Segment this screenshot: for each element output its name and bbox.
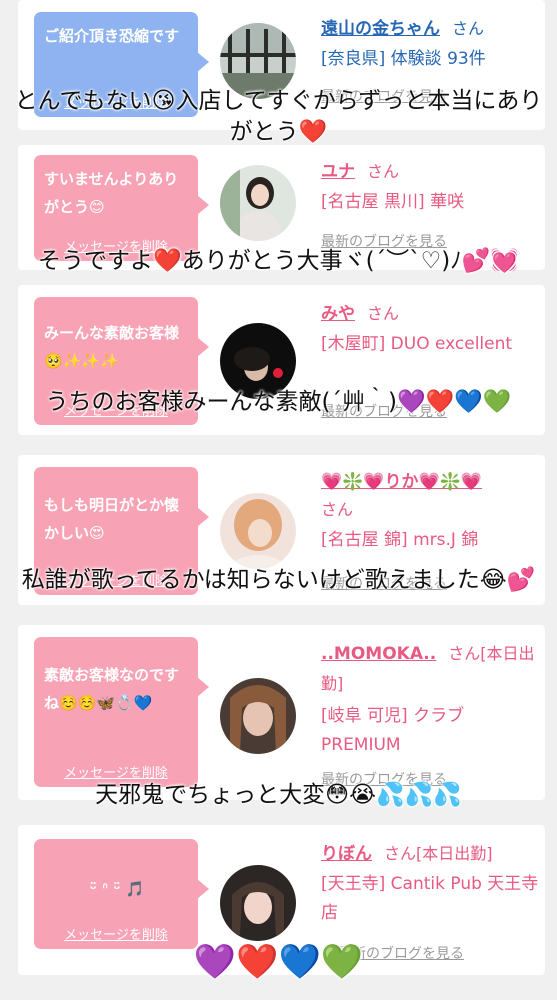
user-details: [木屋町] DUO excellent <box>321 334 513 354</box>
user-info: みや さん [木屋町] DUO excellent <box>321 299 539 359</box>
avatar[interactable] <box>220 865 296 941</box>
message-card: 素敵お客様なのですね☺️☺️🦋💍💙 メッセージを削除 ..MOMOKA.. さん[… <box>18 625 545 800</box>
overlay-caption-hearts: 💜❤️💙💚 <box>193 942 364 982</box>
honorific: さん[本日出勤] <box>384 844 493 863</box>
honorific: さん <box>367 162 400 181</box>
overlay-caption: うちのお客様みーんな素敵(´艸｀)💜❤️💙💚 <box>45 389 512 415</box>
user-details: [天王寺] Cantik Pub 天王寺店 <box>321 874 539 923</box>
user-info: ..MOMOKA.. さん[本日出勤] [岐阜 可児] クラブ PREMIUM <box>321 639 539 760</box>
user-name-link[interactable]: 遠山の金ちゃん <box>321 19 440 39</box>
honorific: さん <box>452 19 485 38</box>
overlay-caption: そうですよ❤️ありがとう大事ヾ(´︶`♡)ﾉ💕💓 <box>38 248 519 274</box>
avatar[interactable] <box>220 165 296 241</box>
message-bubble: 素敵お客様なのですね☺️☺️🦋💍💙 メッセージを削除 <box>34 637 209 787</box>
user-name-link[interactable]: りぼん <box>321 844 372 864</box>
user-details: [名古屋 黒川] 華咲 <box>321 192 465 212</box>
user-info: りぼん さん[本日出勤] [天王寺] Cantik Pub 天王寺店 <box>321 839 539 928</box>
user-info: 💗❇️💗りか💗❇️💗 さん [名古屋 錦] mrs.J 錦 <box>321 467 539 555</box>
delete-message-link[interactable]: メッセージを削除 <box>34 762 198 781</box>
message-text: ご紹介頂き恐縮です <box>44 27 180 45</box>
user-name-link[interactable]: ..MOMOKA.. <box>321 644 436 664</box>
user-details: [名古屋 錦] mrs.J 錦 <box>321 530 479 550</box>
honorific: さん <box>321 500 354 519</box>
message-text: すいませんよりありがとう😊 <box>44 170 179 216</box>
honorific-row: さん <box>321 496 539 520</box>
message-text: みーんな素敵お客様🥺✨✨✨ <box>44 324 180 370</box>
honorific: さん <box>367 304 400 323</box>
avatar[interactable] <box>220 678 296 754</box>
overlay-caption: とんでもない😘入店してすぐからずっと本当にありがとう❤️ <box>14 88 543 145</box>
overlay-caption: 私誰が歌ってるかは知らないけど歌えました😂💕 <box>21 567 536 593</box>
message-bubble: ᵕ̈ ᐢ ᵕ̈ 🎵 メッセージを削除 <box>34 839 209 949</box>
message-text: もしも明日がとか懐かしい😍 <box>44 496 180 542</box>
overlay-caption: 天邪鬼でちょっと大変😳😭💦💦💦 <box>95 782 462 808</box>
user-info: ユナ さん [名古屋 黒川] 華咲 <box>321 157 539 217</box>
avatar[interactable] <box>220 493 296 569</box>
message-text: 素敵お客様なのですね☺️☺️🦋💍💙 <box>44 666 180 712</box>
user-name-link[interactable]: みや <box>321 304 355 324</box>
user-details: [岐阜 可児] クラブ PREMIUM <box>321 706 465 755</box>
user-details: [奈良県] 体験談 93件 <box>321 49 486 69</box>
user-name-link[interactable]: 💗❇️💗りか💗❇️💗 <box>321 472 482 492</box>
user-name-link[interactable]: ユナ <box>321 162 355 182</box>
message-text: ᵕ̈ ᐢ ᵕ̈ 🎵 <box>89 880 145 898</box>
user-info: 遠山の金ちゃん さん [奈良県] 体験談 93件 <box>321 14 539 74</box>
